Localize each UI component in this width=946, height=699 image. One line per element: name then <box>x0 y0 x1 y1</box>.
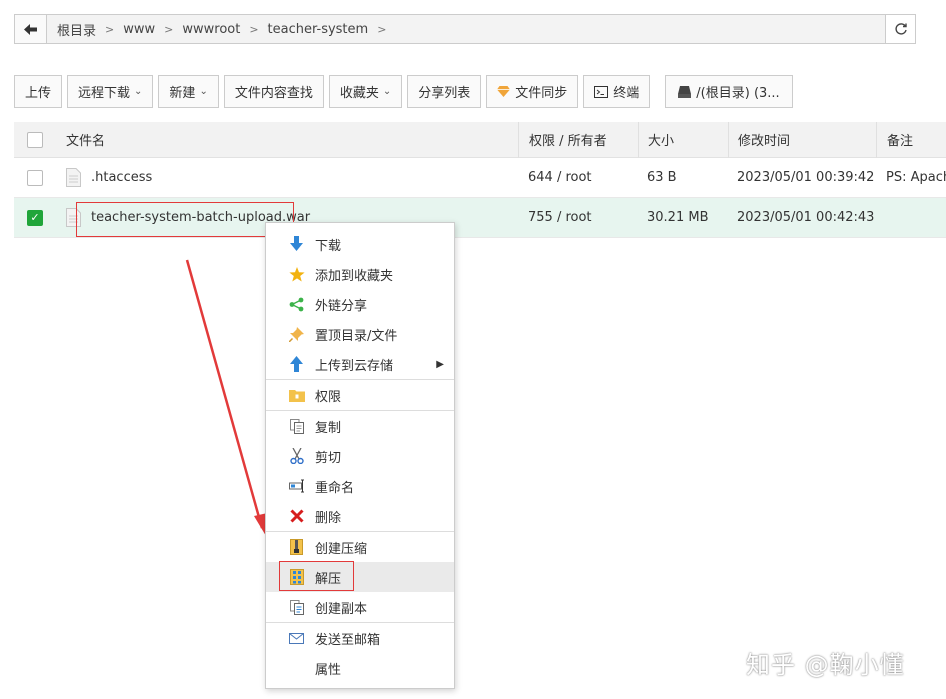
annotation-arrow <box>185 259 272 546</box>
mail-icon <box>289 632 304 644</box>
folder-lock-icon <box>288 389 305 402</box>
download-icon <box>290 236 303 251</box>
menu-item-upload-cloud[interactable]: 上传到云存储 ▶ <box>266 349 454 379</box>
menu-item-create-archive[interactable]: 创建压缩 <box>266 532 454 562</box>
watermark: 知乎 @鞠小懂 <box>746 651 905 679</box>
context-menu: 下载 添加到收藏夹 外链分享 置顶目录/文件 上传到云存储 ▶ 权限 复制 剪切… <box>265 222 455 689</box>
menu-item-cut[interactable]: 剪切 <box>266 441 454 471</box>
rename-icon <box>288 479 304 493</box>
zip-icon <box>290 539 303 555</box>
menu-item-send-email[interactable]: 发送至邮箱 <box>266 623 454 653</box>
menu-item-properties[interactable]: 属性 <box>266 653 454 683</box>
menu-item-share-link[interactable]: 外链分享 <box>266 289 454 319</box>
menu-item-duplicate[interactable]: 创建副本 <box>266 592 454 622</box>
menu-item-download[interactable]: 下载 <box>266 229 454 259</box>
menu-item-pin-top[interactable]: 置顶目录/文件 <box>266 319 454 349</box>
annotation-box-extract <box>279 561 354 591</box>
upload-cloud-icon <box>290 356 303 372</box>
duplicate-icon <box>289 599 304 615</box>
menu-item-add-favorite[interactable]: 添加到收藏夹 <box>266 259 454 289</box>
properties-icon <box>288 660 305 677</box>
star-icon <box>288 266 305 281</box>
menu-item-delete[interactable]: 删除 <box>266 501 454 531</box>
delete-icon <box>289 509 304 523</box>
pin-icon <box>289 326 304 342</box>
scissors-icon <box>289 448 304 464</box>
menu-item-copy[interactable]: 复制 <box>266 411 454 441</box>
caret-right-icon: ▶ <box>436 358 444 370</box>
copy-icon <box>289 418 304 434</box>
menu-item-rename[interactable]: 重命名 <box>266 471 454 501</box>
share-icon <box>289 297 304 311</box>
menu-item-permission[interactable]: 权限 <box>266 380 454 410</box>
